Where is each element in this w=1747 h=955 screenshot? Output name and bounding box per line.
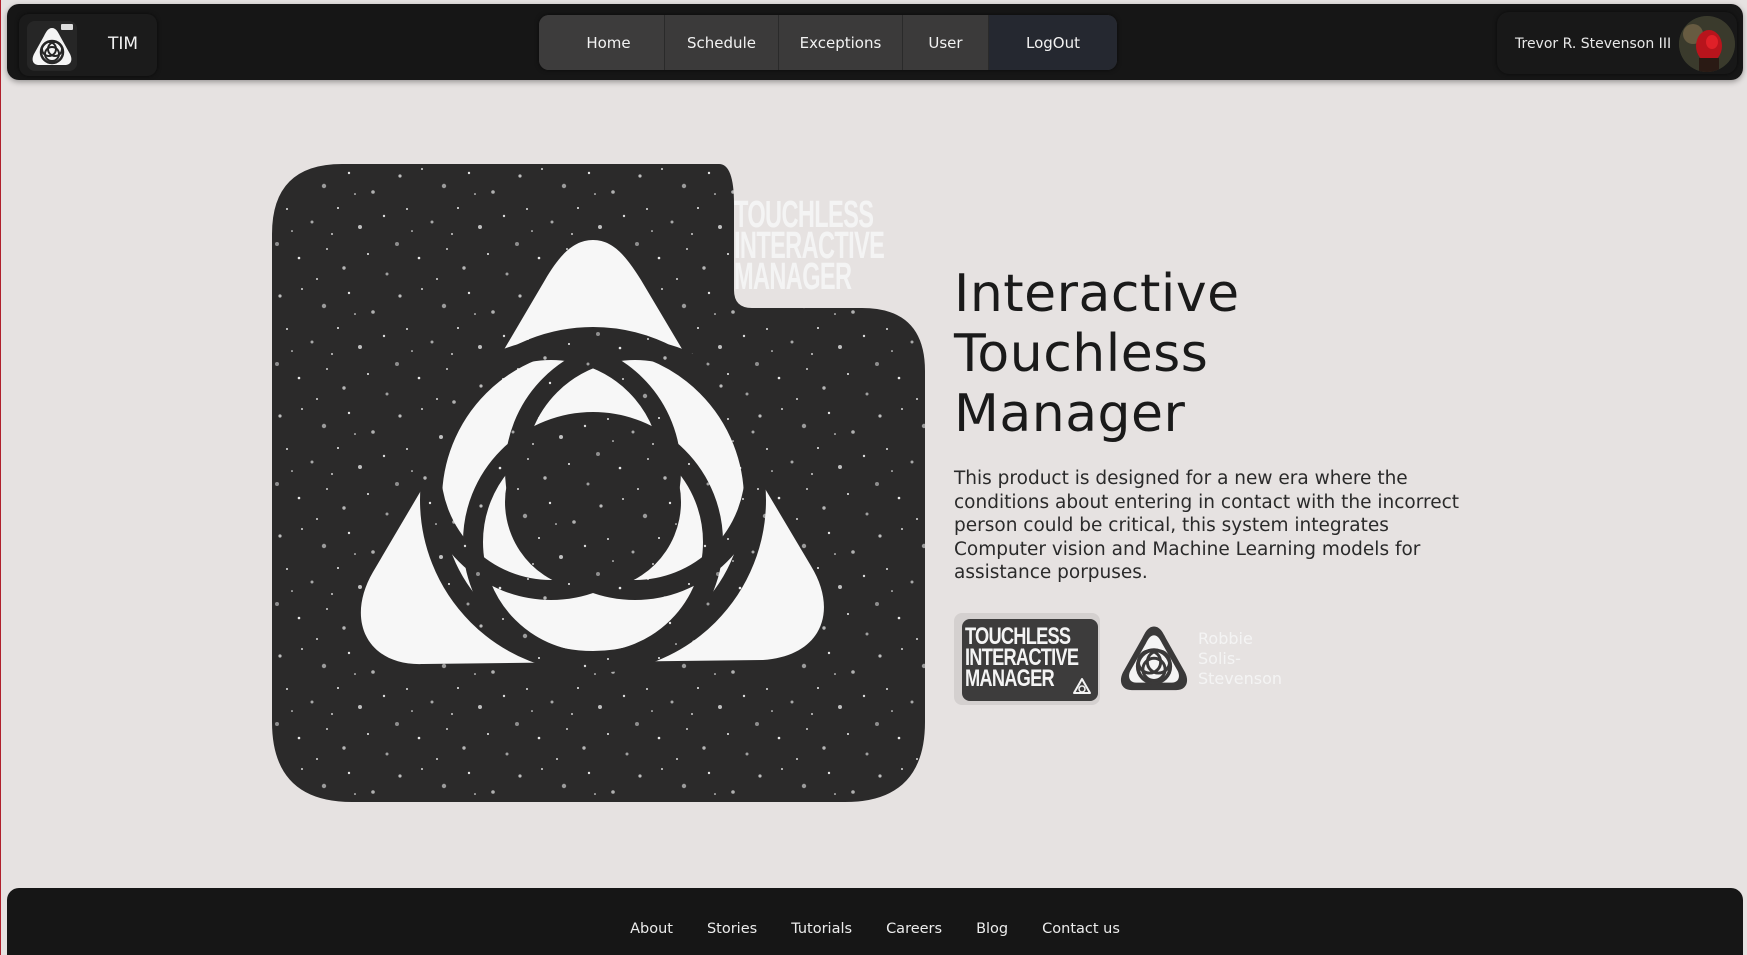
product-card[interactable]: TOUCHLESS INTERACTIVE MANAGER xyxy=(954,613,1100,705)
footer-link-contact[interactable]: Contact us xyxy=(1042,921,1120,941)
tim-logo-icon xyxy=(27,21,77,71)
nav-schedule[interactable]: Schedule xyxy=(665,15,779,70)
art-caption-line: MANAGER xyxy=(734,256,852,298)
hero-artwork: TOUCHLESS INTERACTIVE MANAGER xyxy=(272,164,925,802)
author-name: Robbie Solis-Stevenson xyxy=(1198,629,1282,688)
main-nav: Home Schedule Exceptions User LogOut xyxy=(539,15,1117,70)
hero-title-line: Interactive xyxy=(954,264,1240,324)
product-card-inner: TOUCHLESS INTERACTIVE MANAGER xyxy=(962,619,1098,701)
nav-logout[interactable]: LogOut xyxy=(989,15,1117,70)
footer: About Stories Tutorials Careers Blog Con… xyxy=(7,888,1743,955)
footer-link-blog[interactable]: Blog xyxy=(976,921,1008,941)
author-logo-icon[interactable] xyxy=(1117,622,1191,696)
hero-title-line: Manager xyxy=(954,384,1186,444)
footer-links: About Stories Tutorials Careers Blog Con… xyxy=(7,888,1743,955)
hero-title-line: Touchless xyxy=(954,324,1209,384)
hero-description: This product is designed for a new era w… xyxy=(954,468,1460,583)
footer-link-stories[interactable]: Stories xyxy=(707,921,757,941)
card-text-line: MANAGER xyxy=(965,665,1055,692)
footer-link-tutorials[interactable]: Tutorials xyxy=(791,921,852,941)
hero-art-caption: TOUCHLESS INTERACTIVE MANAGER xyxy=(734,196,885,298)
top-navbar: TIM Home Schedule Exceptions User LogOut… xyxy=(7,4,1743,80)
nav-home[interactable]: Home xyxy=(539,15,665,70)
triangle-logo-icon xyxy=(1073,678,1091,694)
footer-link-careers[interactable]: Careers xyxy=(886,921,942,941)
nav-exceptions[interactable]: Exceptions xyxy=(779,15,903,70)
brand-name: TIM xyxy=(108,34,139,54)
user-name: Trevor R. Stevenson III xyxy=(1515,36,1672,52)
hero-title: Interactive Touchless Manager xyxy=(954,264,1354,444)
product-card-text: TOUCHLESS INTERACTIVE MANAGER xyxy=(965,625,1079,692)
brand[interactable]: TIM xyxy=(19,14,157,76)
nav-user[interactable]: User xyxy=(903,15,989,70)
footer-link-about[interactable]: About xyxy=(630,921,673,941)
user-avatar[interactable] xyxy=(1679,16,1735,72)
user-profile[interactable]: Trevor R. Stevenson III xyxy=(1497,12,1737,74)
